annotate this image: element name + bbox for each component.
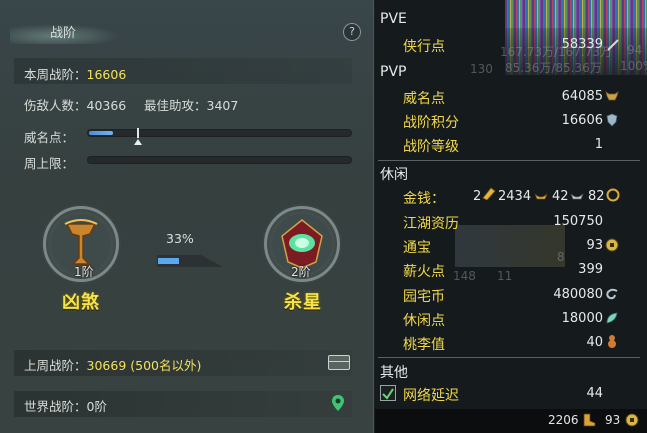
last-week-label: 上周战阶：30669 (500名以外): [24, 355, 201, 374]
weekly-cap-label: 周上限：: [24, 156, 75, 171]
silver-ingot-icon: [534, 193, 548, 200]
battle-rank-panel: 战阶 ? 本周战阶：16606 伤敌人数：40366 最佳助攻：3407 威名点…: [0, 0, 374, 433]
bg-ghost-text: 8: [557, 250, 565, 264]
weekly-rank-value: 16606: [86, 67, 127, 82]
bg-ghost-text: 148: [453, 269, 476, 283]
weekly-rank-label: 本周战阶：16606: [24, 64, 126, 83]
weekly-rank-label-text: 本周战阶：: [24, 67, 87, 82]
last-week-row: 上周战阶：30669 (500名以外): [14, 350, 352, 376]
item-label: 桃李值: [403, 337, 445, 353]
bg-ghost-text: 130: [470, 62, 493, 76]
map-pin-icon[interactable]: [332, 394, 344, 412]
last-week-label-text: 上周战阶：: [24, 358, 87, 373]
item-label: 薪火点: [403, 264, 445, 280]
prestige-marker: [137, 128, 139, 138]
cow-head-icon: [605, 91, 619, 101]
section-pvp-header: PVP: [380, 64, 407, 80]
money-copper2: 82: [588, 189, 605, 204]
section-divider: [378, 357, 640, 358]
item-label: 侠行点: [403, 39, 445, 55]
rank-progress-bar: [157, 255, 223, 267]
injured-count: 伤敌人数：40366: [24, 98, 127, 113]
item-value: 16606: [561, 113, 603, 128]
help-button[interactable]: ?: [343, 23, 361, 41]
money-copper1: 42: [552, 189, 569, 204]
copper-coin-icon: [606, 188, 620, 202]
item-value: 150750: [553, 214, 603, 229]
panel-header: 战阶: [0, 16, 374, 46]
money-silver: 2434: [498, 189, 532, 204]
gourd-icon: [608, 335, 616, 348]
item-value: 58339: [561, 37, 603, 52]
section-other-header: 其他: [380, 365, 408, 381]
item-value: 480080: [553, 287, 603, 302]
item-value: 18000: [561, 311, 603, 326]
rank-progress-percent: 33%: [166, 231, 194, 246]
item-value: 399: [578, 262, 603, 277]
section-leisure-header: 休闲: [380, 167, 408, 183]
bg-ghost-text: 11: [497, 269, 513, 283]
bg-ghost-text: 94: [627, 43, 643, 57]
world-rank-row: 世界战阶：0阶: [14, 391, 352, 417]
prestige-marker-arrow: [134, 139, 142, 145]
bottom-right-value: 93: [605, 413, 621, 427]
coin-icon[interactable]: [625, 413, 639, 427]
item-value: 93: [586, 238, 603, 253]
chest-icon[interactable]: [328, 355, 350, 370]
best-assist: 最佳助攻：3407: [144, 98, 239, 113]
sword-icon: [607, 39, 619, 51]
swirl-icon: [606, 288, 618, 300]
shield-icon: [606, 113, 618, 127]
section-pve-header: PVE: [380, 11, 407, 27]
latency-checkbox[interactable]: [380, 385, 396, 401]
item-label: 江湖资历: [403, 216, 459, 232]
bg-ghost-text: 85.36万/85.36万: [505, 61, 602, 75]
item-label: 战阶积分: [403, 115, 459, 131]
item-label: 战阶等级: [403, 139, 459, 155]
item-value: 40: [586, 335, 603, 350]
world-rank-label: 世界战阶：0阶: [24, 399, 107, 414]
item-label: 通宝: [403, 240, 431, 256]
boot-icon[interactable]: [582, 413, 596, 427]
silver-coin-icon: [570, 193, 584, 200]
item-label: 网络延迟: [403, 388, 459, 404]
current-rank-level: 1阶: [74, 265, 94, 279]
prestige-bar-fill: [89, 131, 113, 135]
item-value: 64085: [561, 89, 603, 104]
check-icon: [382, 388, 394, 400]
leaf-icon: [606, 312, 618, 324]
item-label: 休闲点: [403, 313, 445, 329]
section-divider: [378, 160, 640, 161]
bottom-status-bar: 2206 93: [375, 409, 647, 433]
item-label: 威名点: [403, 91, 445, 107]
bottom-left-value: 2206: [548, 413, 579, 427]
prestige-label: 威名点：: [24, 130, 75, 145]
currency-panel: 167.73万/167.73万 130 85.36万/85.36万 100% 9…: [375, 0, 647, 433]
next-rank-level: 2阶: [291, 265, 311, 279]
item-value: 44: [586, 386, 603, 401]
next-rank-name: 杀星: [284, 292, 322, 313]
background-portrait: [455, 225, 565, 267]
last-week-value: 30669 (500名以外): [86, 358, 202, 373]
money-label: 金钱：: [403, 191, 445, 207]
item-label: 园宅币: [403, 289, 445, 305]
item-value: 1: [594, 137, 603, 152]
coin-icon: [605, 238, 619, 252]
weekly-cap-bar: [87, 156, 352, 164]
gold-ingot-icon: [482, 187, 496, 200]
prestige-bar: [87, 129, 352, 137]
current-rank-name: 凶煞: [62, 292, 100, 313]
bg-ghost-text: 100%: [620, 59, 647, 73]
panel-title: 战阶: [50, 26, 77, 41]
money-gold: 2: [473, 189, 482, 204]
